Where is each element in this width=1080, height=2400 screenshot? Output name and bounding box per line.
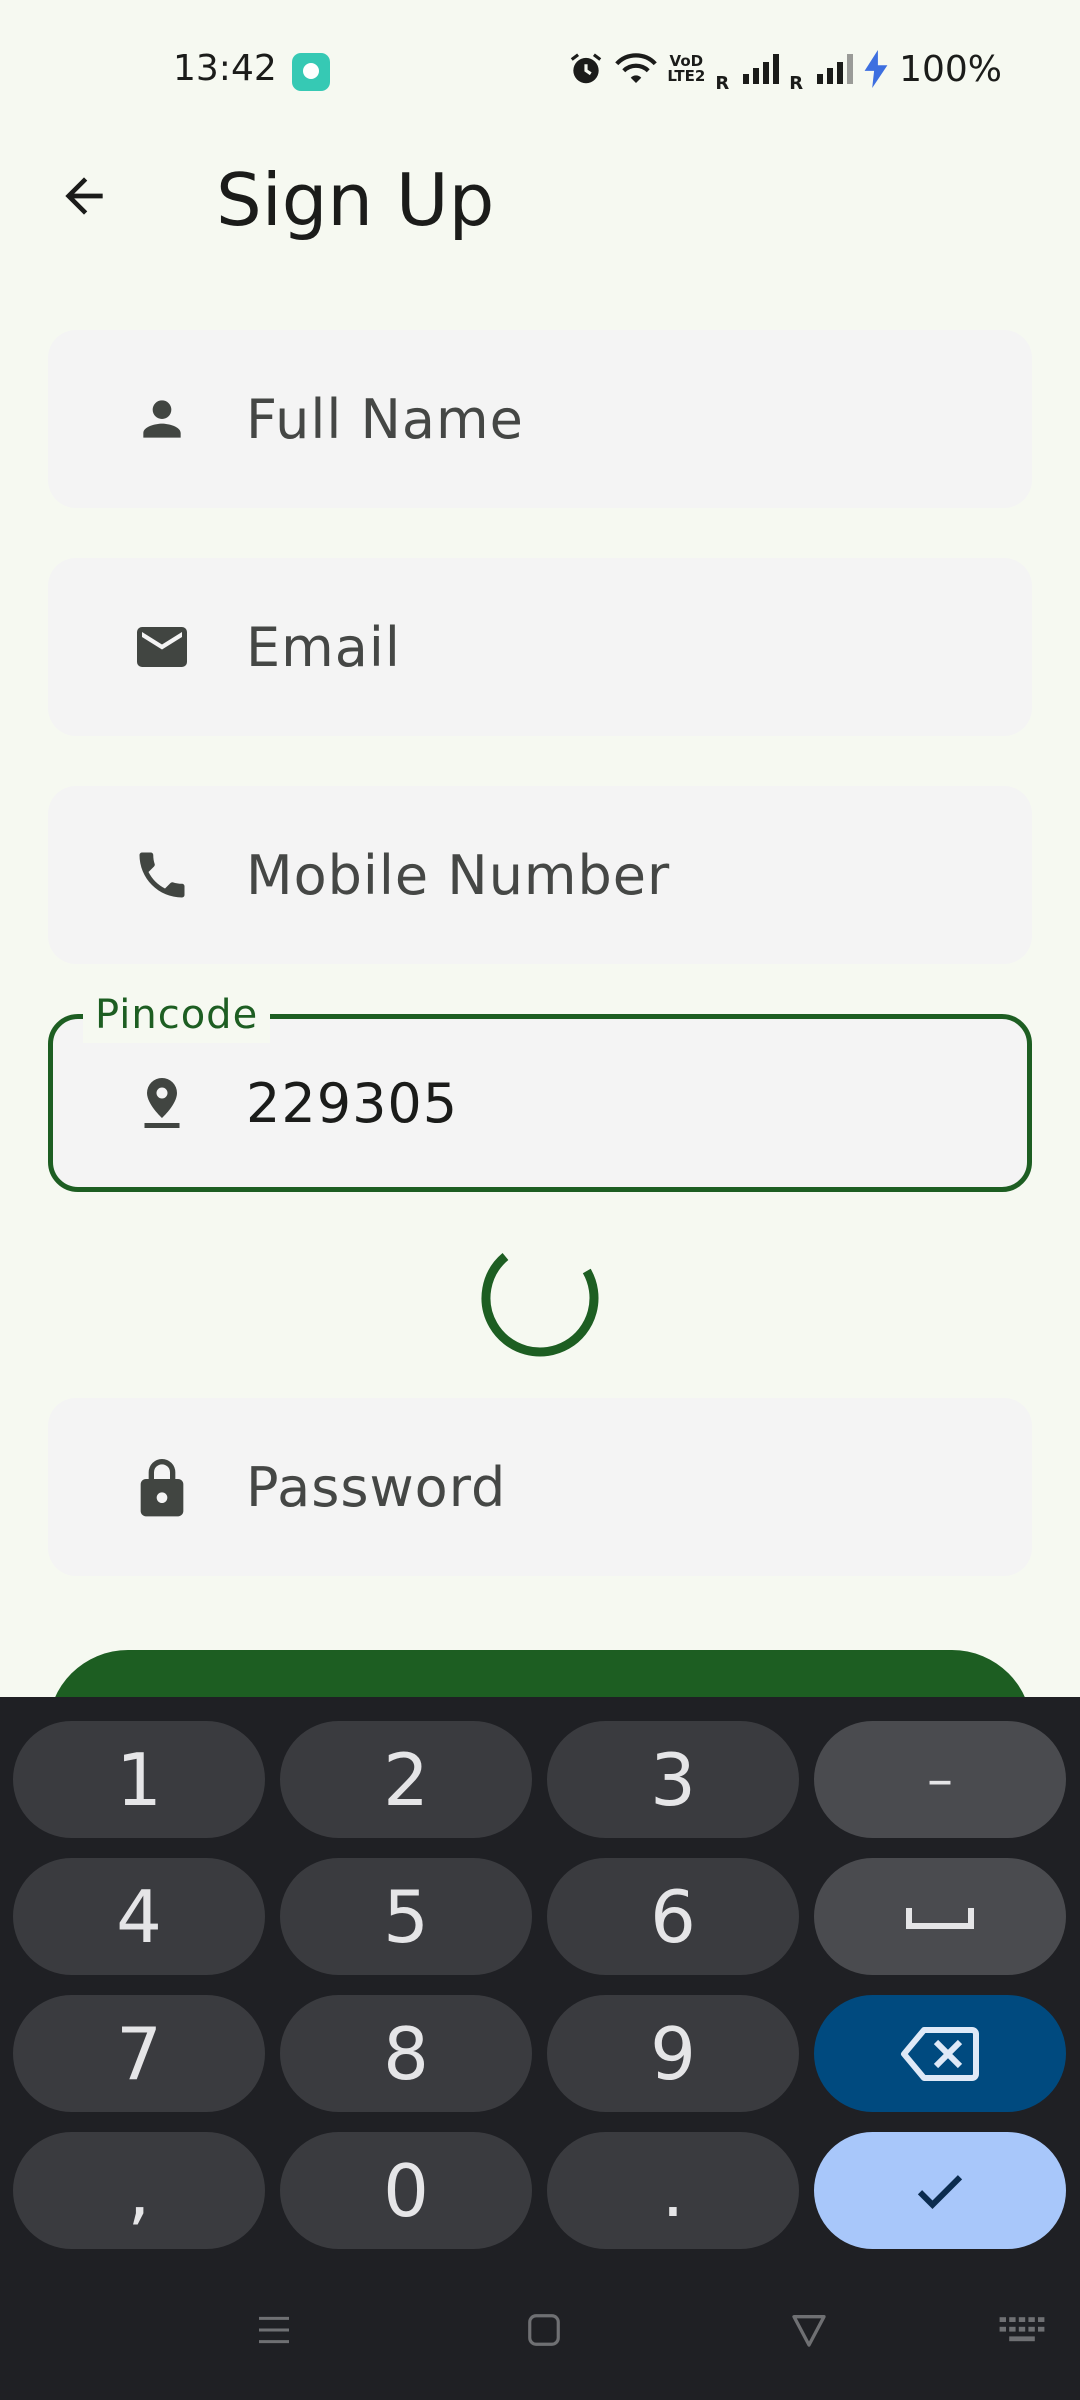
key-comma[interactable]: , bbox=[13, 2132, 265, 2249]
signal-icon-2 bbox=[817, 54, 854, 84]
mail-icon bbox=[132, 617, 192, 677]
home-square-icon[interactable] bbox=[522, 2308, 566, 2352]
password-placeholder: Password bbox=[246, 1455, 507, 1519]
battery-percentage: 100% bbox=[899, 48, 1002, 90]
key-8[interactable]: 8 bbox=[280, 1995, 532, 2112]
mobile-number-placeholder: Mobile Number bbox=[246, 843, 671, 907]
pincode-label: Pincode bbox=[83, 987, 271, 1043]
key-period[interactable]: . bbox=[547, 2132, 799, 2249]
key-3[interactable]: 3 bbox=[547, 1721, 799, 1838]
full-name-field[interactable]: Full Name bbox=[48, 330, 1032, 508]
backspace-icon bbox=[901, 2026, 979, 2081]
numeric-keyboard: 1 2 3 – 4 5 6 7 8 9 , 0 . bbox=[0, 1697, 1080, 2400]
roaming-indicator-2: R bbox=[789, 73, 804, 94]
key-5[interactable]: 5 bbox=[280, 1858, 532, 1975]
email-field[interactable]: Email bbox=[48, 558, 1032, 736]
status-time: 13:42 bbox=[173, 48, 277, 89]
keyboard-icon[interactable] bbox=[996, 2308, 1048, 2352]
key-7[interactable]: 7 bbox=[13, 1995, 265, 2112]
key-1[interactable]: 1 bbox=[13, 1721, 265, 1838]
wifi-icon bbox=[615, 53, 658, 83]
lock-icon bbox=[132, 1457, 192, 1517]
page-title: Sign Up bbox=[216, 158, 495, 242]
key-space[interactable] bbox=[814, 1858, 1066, 1975]
pincode-input-value: 229305 bbox=[246, 1071, 459, 1135]
check-icon bbox=[917, 2174, 963, 2209]
phone-icon bbox=[132, 845, 192, 905]
email-placeholder: Email bbox=[246, 615, 401, 679]
person-icon bbox=[132, 389, 192, 449]
full-name-placeholder: Full Name bbox=[246, 387, 524, 451]
password-field[interactable]: Password bbox=[48, 1398, 1032, 1576]
pincode-field[interactable]: Pincode 229305 bbox=[48, 987, 1032, 1192]
location-pin-icon bbox=[132, 1073, 192, 1133]
volte-icon: VoD LTE2 bbox=[667, 52, 706, 85]
status-bar: 13:42 VoD LTE2 R R 100% bbox=[0, 0, 1080, 145]
key-done[interactable] bbox=[814, 2132, 1066, 2249]
loading-spinner bbox=[481, 1239, 599, 1357]
key-2[interactable]: 2 bbox=[280, 1721, 532, 1838]
signal-icon bbox=[743, 54, 780, 84]
app-notification-icon bbox=[292, 53, 330, 91]
key-6[interactable]: 6 bbox=[547, 1858, 799, 1975]
roaming-indicator: R bbox=[715, 73, 730, 94]
key-dash[interactable]: – bbox=[814, 1721, 1066, 1838]
key-backspace[interactable] bbox=[814, 1995, 1066, 2112]
mobile-number-field[interactable]: Mobile Number bbox=[48, 786, 1032, 964]
key-4[interactable]: 4 bbox=[13, 1858, 265, 1975]
arrow-left-icon bbox=[65, 177, 103, 215]
key-9[interactable]: 9 bbox=[547, 1995, 799, 2112]
status-icons: VoD LTE2 R R 100% bbox=[567, 44, 1002, 94]
space-icon bbox=[906, 1907, 974, 1929]
back-triangle-icon[interactable] bbox=[787, 2308, 831, 2352]
key-0[interactable]: 0 bbox=[280, 2132, 532, 2249]
charging-icon bbox=[864, 50, 888, 88]
back-button[interactable] bbox=[48, 160, 120, 232]
alarm-icon bbox=[571, 53, 602, 84]
menu-icon[interactable] bbox=[252, 2308, 296, 2352]
